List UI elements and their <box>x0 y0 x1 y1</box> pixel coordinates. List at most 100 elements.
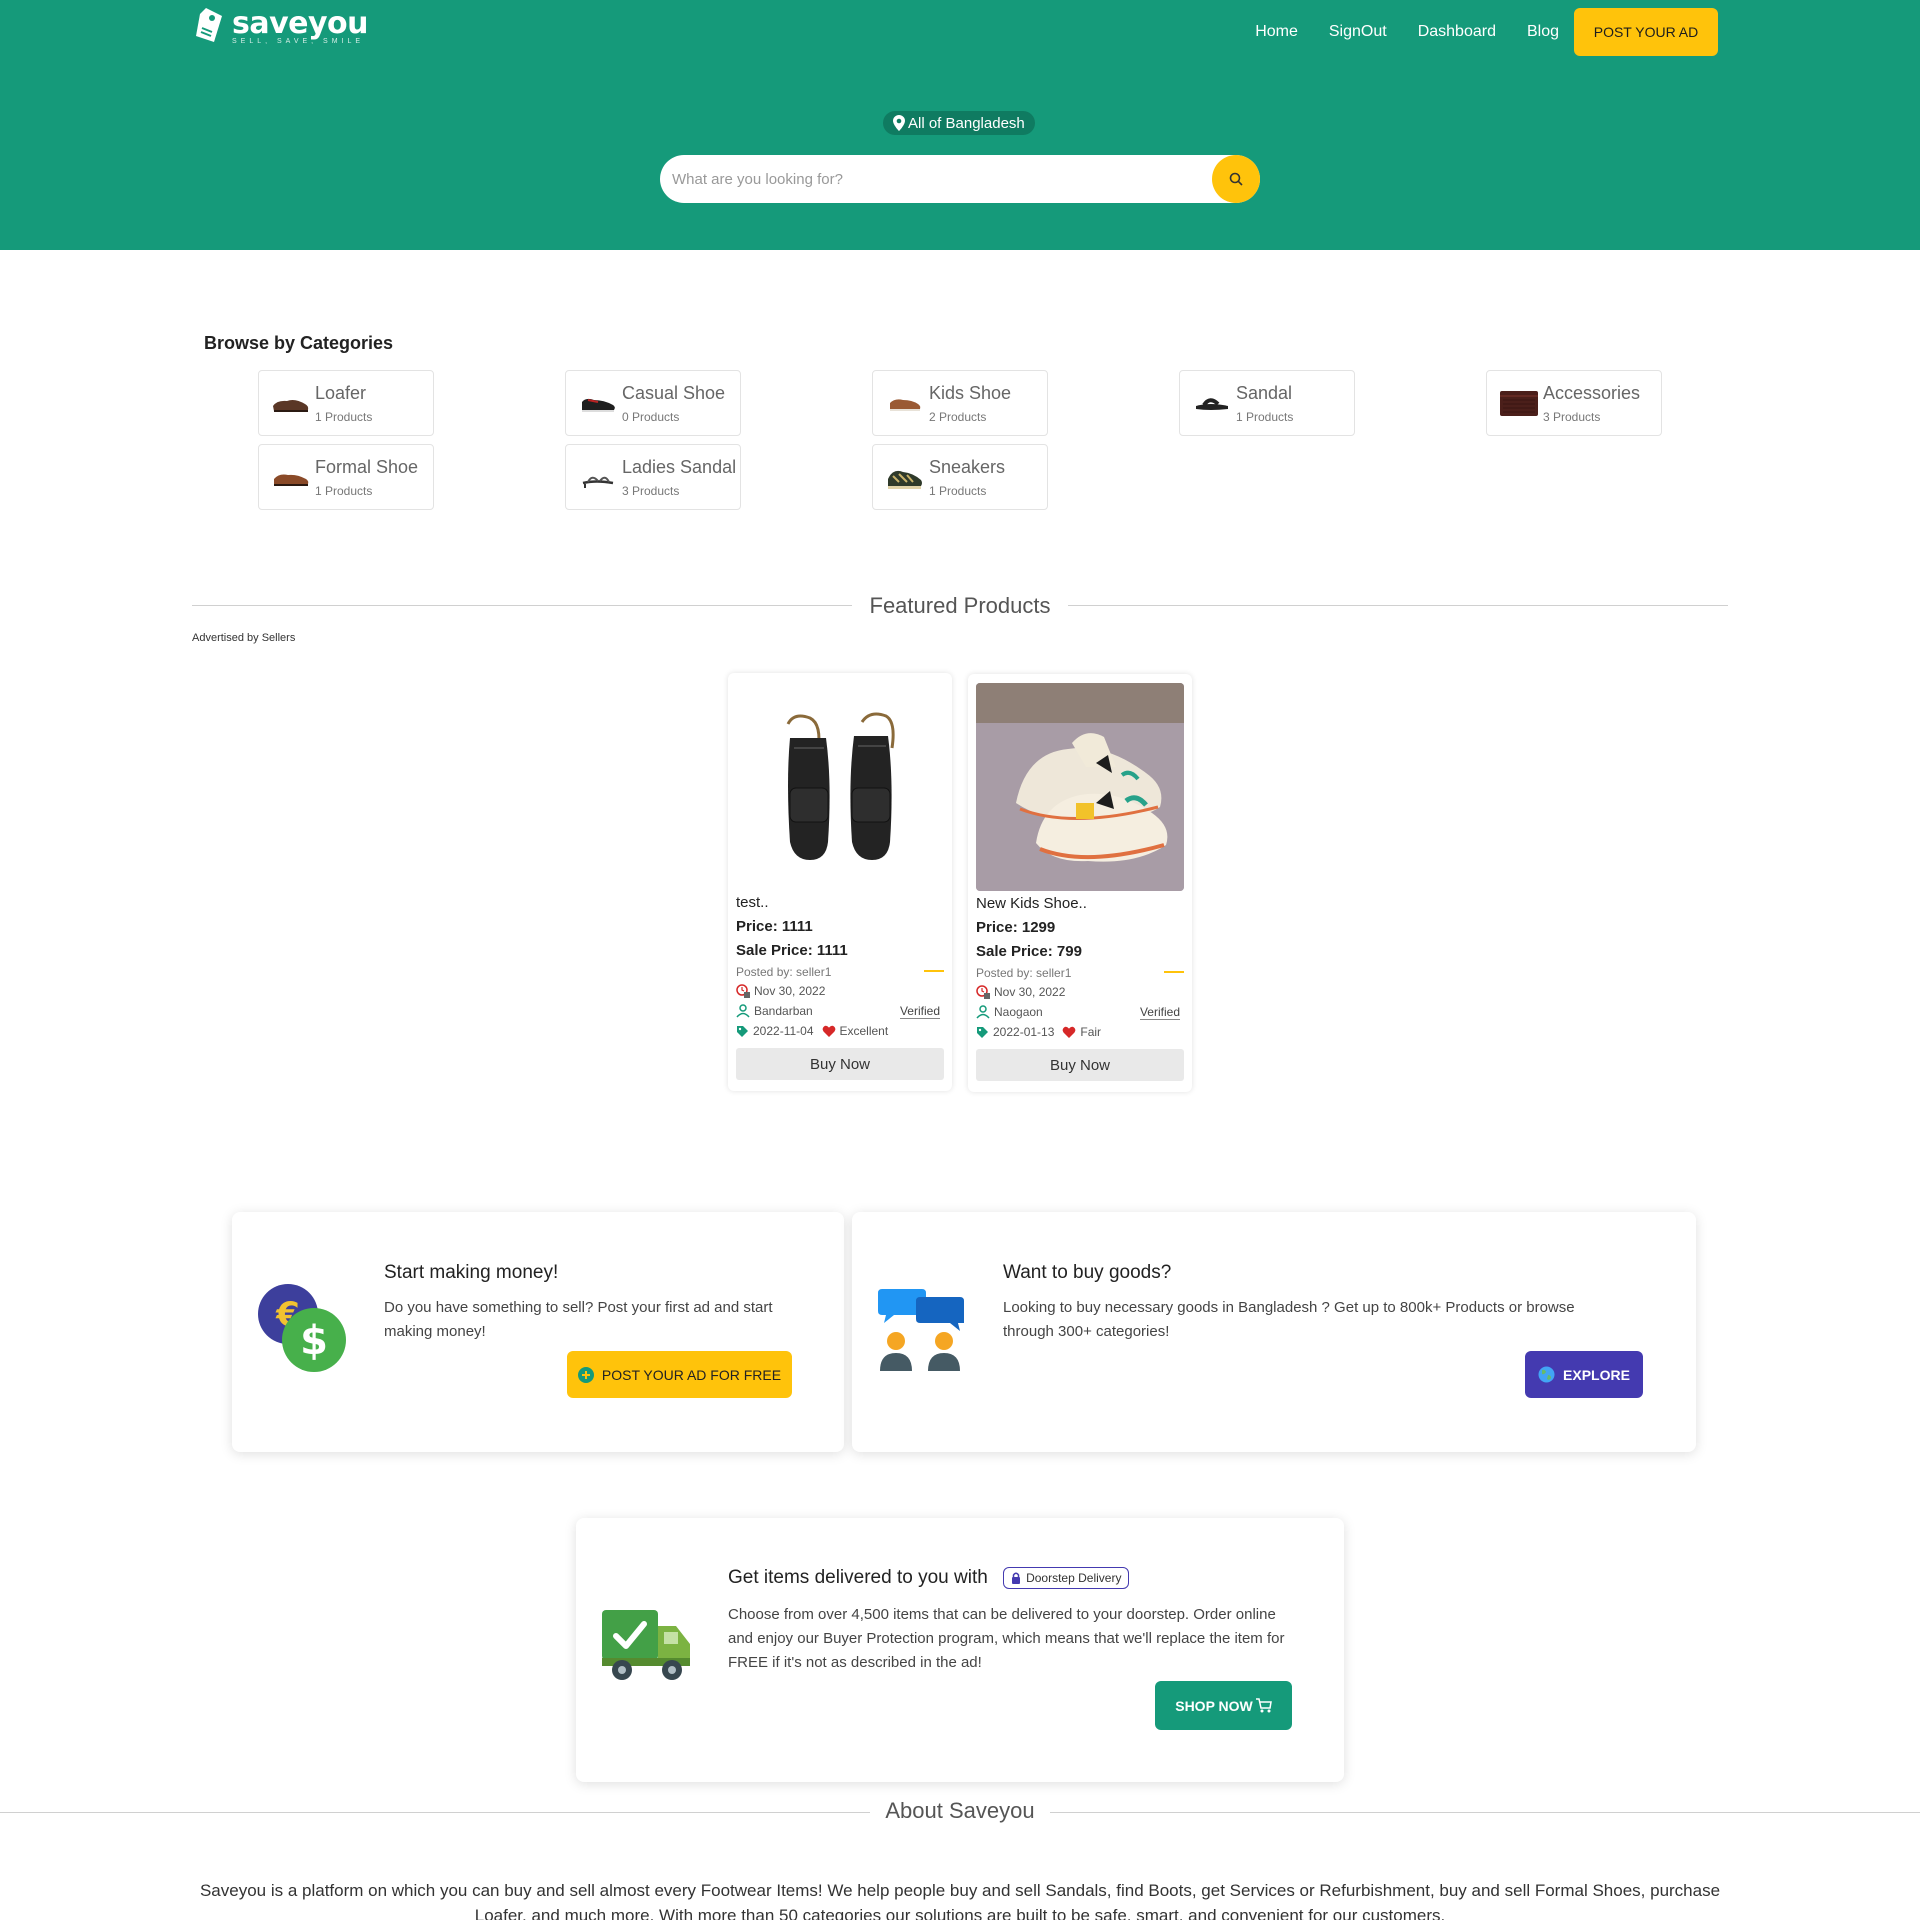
explore-label: EXPLORE <box>1563 1366 1630 1383</box>
category-name: Formal Shoe <box>315 457 419 477</box>
category-name: Ladies Sandal <box>622 457 737 477</box>
wallet-icon <box>1500 391 1538 416</box>
sandal-icon <box>1196 398 1228 410</box>
delivery-body: Choose from over 4,500 items that can be… <box>728 1606 1285 1671</box>
nav-signout[interactable]: SignOut <box>1329 8 1387 56</box>
product-title[interactable]: test.. <box>736 894 769 911</box>
category-kids-shoe[interactable]: Kids Shoe 2 Products <box>872 370 1048 436</box>
category-ladies-sandal[interactable]: Ladies Sandal 3 Products <box>565 444 741 510</box>
heart-icon <box>1063 1026 1076 1038</box>
nav-dashboard[interactable]: Dashboard <box>1418 8 1496 56</box>
buy-heading: Want to buy goods? <box>1003 1262 1172 1283</box>
category-count: 3 Products <box>1543 410 1601 424</box>
header-hero: saveyou SELL, SAVE, SMILE Home SignOut D… <box>0 0 1920 250</box>
tag-icon <box>737 1025 748 1037</box>
location-label: All of Bangladesh <box>908 114 1025 132</box>
divider <box>1050 1812 1920 1813</box>
calendar-clock-icon <box>736 984 750 998</box>
category-formal-shoe[interactable]: Formal Shoe 1 Products <box>258 444 434 510</box>
product-purchase-date: 2022-01-13 <box>993 1025 1055 1039</box>
search-input[interactable] <box>660 155 1212 203</box>
category-count: 1 Products <box>929 484 987 498</box>
category-name: Sneakers <box>929 457 1006 477</box>
map-pin-icon <box>893 115 905 131</box>
delivery-heading: Get items delivered to you with <box>728 1567 988 1589</box>
product-meta-row: 2022-01-13 Fair <box>976 1025 1101 1039</box>
about-title: About Saveyou <box>885 1798 1035 1823</box>
globe-icon <box>1538 1366 1555 1383</box>
rating-dash <box>924 970 944 972</box>
kids-shoe-product-image <box>976 683 1184 891</box>
category-name: Kids Shoe <box>929 383 1012 403</box>
divider <box>1068 605 1728 606</box>
chat-people-icon <box>878 1289 964 1371</box>
product-sale-price: Sale Price: 799 <box>976 943 1082 960</box>
product-sale-price: Sale Price: 1111 <box>736 942 848 959</box>
calendar-clock-icon <box>976 985 990 999</box>
verified-badge: Verified <box>899 1004 940 1019</box>
brand-tagline: SELL, SAVE, SMILE <box>232 37 365 45</box>
product-meta-row: 2022-11-04 Excellent <box>736 1024 888 1038</box>
explore-button[interactable]: EXPLORE <box>1525 1351 1643 1398</box>
price-tag-icon <box>196 8 222 42</box>
doorstep-delivery-badge: Doorstep Delivery <box>1003 1567 1130 1589</box>
casual-shoe-icon <box>582 398 615 412</box>
sandal-product-image <box>786 712 895 860</box>
shop-now-label: SHOP NOW <box>1175 1697 1253 1714</box>
sell-heading: Start making money! <box>384 1262 559 1283</box>
about-text: Saveyou is a platform on which you can b… <box>199 1881 1721 1920</box>
buy-now-button[interactable]: Buy Now <box>736 1048 944 1080</box>
product-purchase-date: 2022-11-04 <box>753 1024 814 1038</box>
category-name: Loafer <box>315 383 367 403</box>
brand-logo[interactable]: saveyou SELL, SAVE, SMILE <box>192 6 369 46</box>
nav-home[interactable]: Home <box>1255 8 1298 56</box>
product-card[interactable]: test.. Price: 1111 Sale Price: 1111 Post… <box>728 673 952 1091</box>
featured-title: Featured Products <box>869 593 1051 618</box>
verified-badge: Verified <box>1139 1005 1180 1020</box>
category-sneakers[interactable]: Sneakers 1 Products <box>872 444 1048 510</box>
svg-text:$: $ <box>300 1318 328 1364</box>
nav-blog[interactable]: Blog <box>1527 8 1559 56</box>
user-location-icon <box>736 1004 750 1018</box>
category-count: 1 Products <box>1236 410 1294 424</box>
product-condition: Fair <box>1080 1025 1102 1039</box>
product-image[interactable] <box>976 683 1184 891</box>
category-loafer[interactable]: Loafer 1 Products <box>258 370 434 436</box>
divider <box>192 605 852 606</box>
category-sandal[interactable]: Sandal 1 Products <box>1179 370 1355 436</box>
category-count: 2 Products <box>929 410 987 424</box>
category-accessories[interactable]: Accessories 3 Products <box>1486 370 1662 436</box>
category-name: Casual Shoe <box>622 383 726 403</box>
product-posted-by: Posted by: seller1 <box>736 965 832 979</box>
category-casual-shoe[interactable]: Casual Shoe 0 Products <box>565 370 741 436</box>
product-location: Bandarban <box>754 1004 813 1018</box>
shop-now-button[interactable]: SHOP NOW <box>1155 1681 1292 1730</box>
post-ad-free-label: POST YOUR AD FOR FREE <box>601 1366 782 1383</box>
product-location: Naogaon <box>994 1005 1043 1019</box>
rating-dash <box>1164 971 1184 973</box>
post-ad-free-button[interactable]: POST YOUR AD FOR FREE <box>567 1351 792 1398</box>
delivery-truck-icon <box>602 1610 690 1680</box>
cart-icon <box>1255 1698 1272 1713</box>
featured-subtitle: Advertised by Sellers <box>192 632 296 644</box>
search-button[interactable] <box>1212 155 1260 203</box>
doorstep-delivery-label: Doorstep Delivery <box>1026 1571 1122 1585</box>
heart-icon <box>822 1025 835 1037</box>
lock-icon <box>1012 1572 1021 1584</box>
buy-now-button[interactable]: Buy Now <box>976 1049 1184 1081</box>
category-count: 1 Products <box>315 410 373 424</box>
location-selector[interactable]: All of Bangladesh <box>883 111 1035 135</box>
product-posted-by: Posted by: seller1 <box>976 966 1072 980</box>
post-ad-button[interactable]: POST YOUR AD <box>1574 8 1718 56</box>
product-image[interactable] <box>736 682 944 890</box>
ladies-sandal-icon <box>582 476 614 488</box>
product-card[interactable]: New Kids Shoe.. Price: 1299 Sale Price: … <box>968 674 1192 1092</box>
product-date-row: Nov 30, 2022 <box>736 984 825 998</box>
search-icon <box>1229 172 1243 186</box>
product-title[interactable]: New Kids Shoe.. <box>976 895 1087 912</box>
buy-body: Looking to buy necessary goods in Bangla… <box>1003 1299 1575 1340</box>
buy-card: Want to buy goods? Looking to buy necess… <box>852 1212 1696 1452</box>
formal-shoe-icon <box>274 474 309 486</box>
product-price: Price: 1111 <box>736 918 813 935</box>
product-date: Nov 30, 2022 <box>994 985 1066 999</box>
